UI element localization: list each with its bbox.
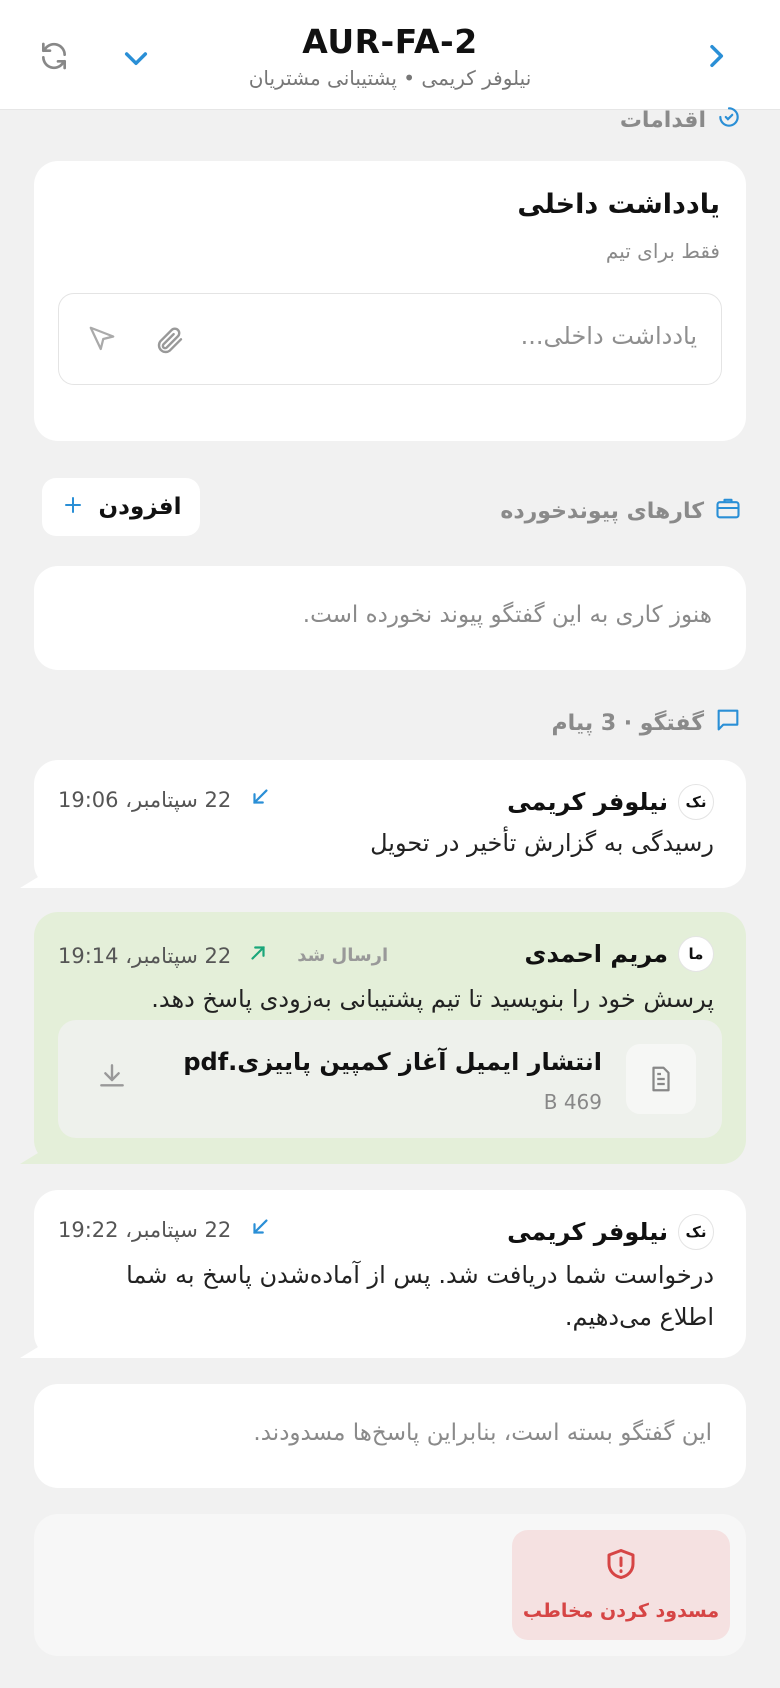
internal-note-composer: یادداشت داخلی... xyxy=(58,293,722,385)
internal-note-input[interactable]: یادداشت داخلی... xyxy=(521,322,697,350)
plus-icon xyxy=(61,493,85,521)
incoming-arrow-icon xyxy=(249,786,271,813)
sender-name: نیلوفر کریمی xyxy=(507,788,668,816)
attachment-size: 469 B xyxy=(543,1090,602,1114)
avatar: نک xyxy=(678,784,714,820)
attachment-name: انتشار ایمیل آغاز کمپین پاییزی.pdf xyxy=(183,1048,602,1076)
linked-tasks-empty-card: هنوز کاری به این گفتگو پیوند نخورده است. xyxy=(34,566,746,670)
closed-notice-text: این گفتگو بسته است، بنابراین پاسخ‌ها مسد… xyxy=(253,1420,712,1446)
internal-note-subtitle: فقط برای تیم xyxy=(605,239,720,263)
add-task-button[interactable]: افزودن xyxy=(42,478,200,536)
internal-note-card: یادداشت داخلی فقط برای تیم یادداشت داخلی… xyxy=(34,161,746,441)
download-icon[interactable] xyxy=(96,1060,128,1096)
actions-label: اقدامات xyxy=(619,107,706,133)
bottom-actions-panel: مسدود کردن مخاطب xyxy=(34,1514,746,1656)
shield-alert-icon xyxy=(603,1546,639,1586)
outgoing-arrow-icon xyxy=(247,942,269,969)
actions-section-header: اقدامات xyxy=(620,104,742,136)
timestamp: 22 سپتامبر، 19:14 xyxy=(58,943,232,968)
send-icon[interactable] xyxy=(87,324,117,358)
message-text: درخواست شما دریافت شد. پس از آماده‌شدن پ… xyxy=(126,1261,714,1331)
conversation-header: گفتگو · 3 پیام xyxy=(552,706,742,740)
avatar: ما xyxy=(678,936,714,972)
message-bubble: نک نیلوفر کریمی 22 سپتامبر، 19:22 درخواس… xyxy=(34,1190,746,1358)
linked-tasks-empty-text: هنوز کاری به این گفتگو پیوند نخورده است. xyxy=(302,602,712,628)
message-status: ارسال شد xyxy=(297,945,389,966)
internal-note-title: یادداشت داخلی xyxy=(517,189,720,220)
file-icon xyxy=(626,1044,696,1114)
conversation-title: AUR-FA-2 xyxy=(302,22,478,61)
sender-name: نیلوفر کریمی xyxy=(507,1218,668,1246)
paperclip-icon[interactable] xyxy=(153,324,185,360)
sender-name: مریم احمدی xyxy=(524,940,668,968)
block-contact-label: مسدود کردن مخاطب xyxy=(522,1600,720,1622)
message-bubble: ما مریم احمدی 22 سپتامبر، 19:14 ارسال شد… xyxy=(34,912,746,1164)
actions-icon xyxy=(716,104,742,136)
linked-tasks-header: کارهای پیوندخورده xyxy=(500,494,742,528)
incoming-arrow-icon xyxy=(249,1216,271,1243)
timestamp: 22 سپتامبر، 19:06 xyxy=(58,787,232,812)
linked-tasks-label: کارهای پیوندخورده xyxy=(500,498,704,524)
message-text: پرسش خود را بنویسید تا تیم پشتیبانی به‌ز… xyxy=(151,985,714,1013)
block-contact-button[interactable]: مسدود کردن مخاطب xyxy=(512,1530,730,1640)
timestamp: 22 سپتامبر، 19:22 xyxy=(58,1217,232,1242)
conversation-label: گفتگو · 3 پیام xyxy=(551,710,704,736)
message-bubble: نک نیلوفر کریمی 22 سپتامبر، 19:06 رسیدگی… xyxy=(34,760,746,888)
top-bar: AUR-FA-2 نیلوفر کریمی • پشتیبانی مشتریان xyxy=(0,0,780,110)
chevron-right-icon[interactable] xyxy=(696,36,736,76)
conversation-subtitle: نیلوفر کریمی • پشتیبانی مشتریان xyxy=(248,66,532,90)
message-text: رسیدگی به گزارش تأخیر در تحویل xyxy=(370,829,714,857)
chat-icon xyxy=(714,706,742,740)
briefcase-icon xyxy=(714,494,742,528)
closed-notice-card: این گفتگو بسته است، بنابراین پاسخ‌ها مسد… xyxy=(34,1384,746,1488)
attachment-card[interactable]: انتشار ایمیل آغاز کمپین پاییزی.pdf 469 B xyxy=(58,1020,722,1138)
add-task-label: افزودن xyxy=(98,494,182,520)
avatar: نک xyxy=(678,1214,714,1250)
